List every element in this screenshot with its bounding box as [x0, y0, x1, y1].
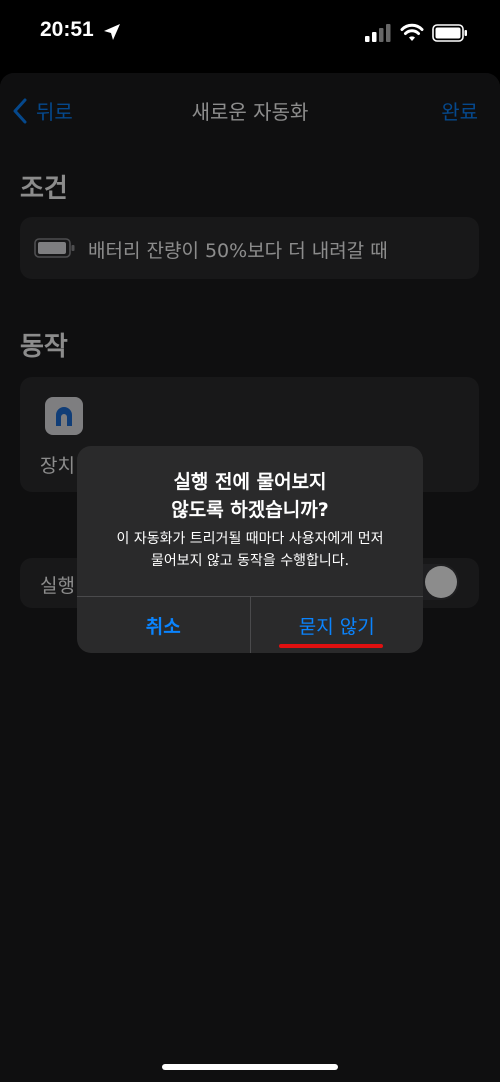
alert-message-line1: 이 자동화가 트리거될 때마다 사용자에게 먼저: [116, 531, 384, 547]
alert-title-line2: 않도록 하겠습니까?: [171, 499, 329, 521]
status-time: 20:51: [40, 18, 94, 41]
home-indicator: [162, 1064, 338, 1070]
highlight-underline: [279, 644, 383, 648]
status-bar: 20:51: [0, 0, 500, 70]
confirm-alert: 실행 전에 물어보지 않도록 하겠습니까? 이 자동화가 트리거될 때마다 사용…: [77, 446, 423, 653]
wifi-icon: [400, 23, 424, 41]
alert-title: 실행 전에 물어보지 않도록 하겠습니까?: [77, 468, 423, 524]
battery-icon: [432, 24, 467, 42]
cancel-button[interactable]: 취소: [77, 597, 251, 653]
alert-message-line2: 물어보지 않고 동작을 수행합니다.: [150, 553, 350, 569]
alert-title-line1: 실행 전에 물어보지: [173, 471, 327, 493]
location-arrow-icon: [104, 24, 120, 40]
alert-message: 이 자동화가 트리거될 때마다 사용자에게 먼저 물어보지 않고 동작을 수행합…: [77, 528, 423, 572]
signal-icon: [365, 24, 391, 42]
